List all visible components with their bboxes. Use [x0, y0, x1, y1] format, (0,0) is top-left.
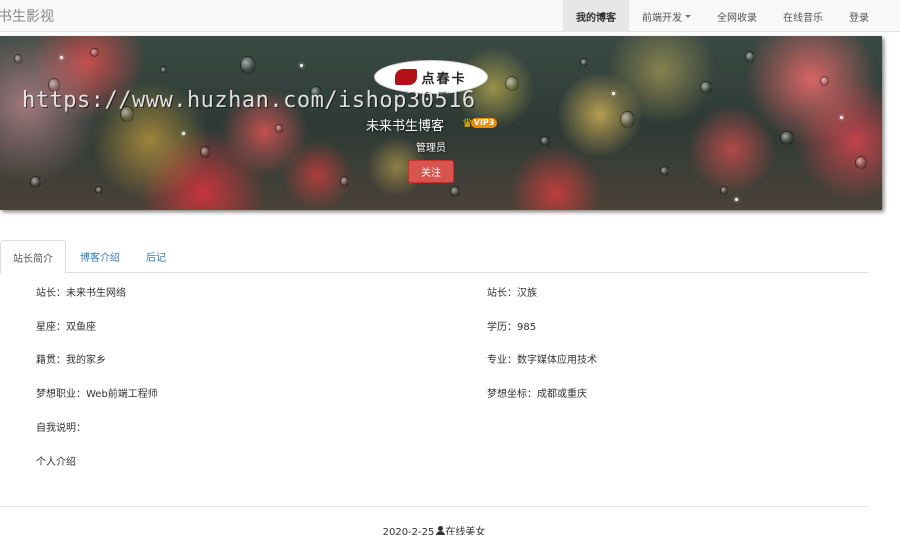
sparkle — [182, 132, 185, 135]
raindrop — [855, 156, 867, 169]
top-navbar: 书生影视 我的博客 前端开发 全网收录 在线音乐 登录 — [0, 0, 900, 32]
raindrop — [160, 66, 167, 74]
raindrop — [505, 76, 519, 91]
sparkle — [735, 198, 738, 201]
raindrop — [660, 166, 669, 176]
raindrop — [90, 48, 99, 57]
info-dream-job: 梦想职业：Web前端工程师 — [36, 389, 158, 400]
nav-item-my-blog[interactable]: 我的博客 — [563, 0, 629, 32]
watermark-url: https://www.huzhan.com/ishop30516 — [22, 88, 476, 113]
tab-blog-intro[interactable]: 博客介绍 — [68, 240, 132, 273]
info-hometown: 籍贯：我的家乡 — [36, 355, 106, 366]
sparkle — [612, 92, 615, 95]
raindrop — [14, 54, 22, 64]
info-zodiac: 星座：双鱼座 — [36, 322, 96, 333]
info-owner: 站长：未来书生网络 — [36, 288, 126, 299]
nav-item-frontend[interactable]: 前端开发 — [629, 0, 704, 32]
info-major: 专业：数字媒体应用技术 — [487, 355, 597, 366]
raindrop — [720, 186, 728, 195]
footer-date: 2020-2-25 — [382, 527, 435, 535]
sparkle — [60, 56, 63, 59]
footer: 2020-2-25 在线美女 — [0, 523, 868, 535]
nav-item-music[interactable]: 在线音乐 — [770, 0, 836, 32]
raindrop — [95, 186, 103, 194]
profile-tabs: 站长简介 博客介绍 后记 — [0, 240, 868, 274]
vip-level: VIP3 — [470, 117, 498, 128]
tab-afterword[interactable]: 后记 — [134, 240, 178, 273]
logo-text: 点春卡 — [421, 71, 467, 87]
nav-item-indexing[interactable]: 全网收录 — [704, 0, 770, 32]
user-name: 未来书生博客 — [366, 119, 445, 134]
raindrop — [620, 111, 635, 128]
footer-author[interactable]: 在线美女 — [445, 527, 485, 535]
info-self-description: 自我说明： — [36, 423, 86, 434]
tab-owner-intro[interactable]: 站长简介 — [0, 240, 66, 274]
raindrop — [30, 176, 41, 188]
profile-banner: 点春卡 https://www.huzhan.com/ishop30516 未来… — [0, 36, 882, 210]
logo-mark-icon — [395, 69, 418, 85]
vip-badge: ♛ VIP3 — [462, 116, 498, 129]
follow-button[interactable]: 关注 — [408, 160, 454, 183]
user-icon — [436, 526, 446, 535]
raindrop — [450, 186, 460, 197]
info-personal-intro: 个人介绍 — [36, 457, 76, 468]
raindrop — [240, 56, 256, 74]
footer-divider — [0, 506, 868, 507]
raindrop — [700, 81, 712, 94]
site-brand[interactable]: 书生影视 — [0, 6, 54, 26]
raindrop — [340, 176, 349, 187]
user-role: 管理员 — [416, 143, 446, 154]
caret-down-icon — [685, 15, 691, 18]
nav-item-login[interactable]: 登录 — [836, 0, 882, 32]
raindrop — [275, 124, 283, 133]
raindrop — [820, 76, 829, 86]
info-education: 学历：985 — [487, 322, 537, 333]
info-ethnicity: 站长：汉族 — [487, 288, 537, 299]
sparkle — [300, 64, 303, 67]
raindrop — [580, 58, 588, 67]
raindrop — [745, 51, 755, 63]
info-dream-location: 梦想坐标：成都或重庆 — [487, 389, 587, 400]
main-nav: 我的博客 前端开发 全网收录 在线音乐 登录 — [563, 0, 882, 32]
sparkle — [840, 116, 843, 119]
